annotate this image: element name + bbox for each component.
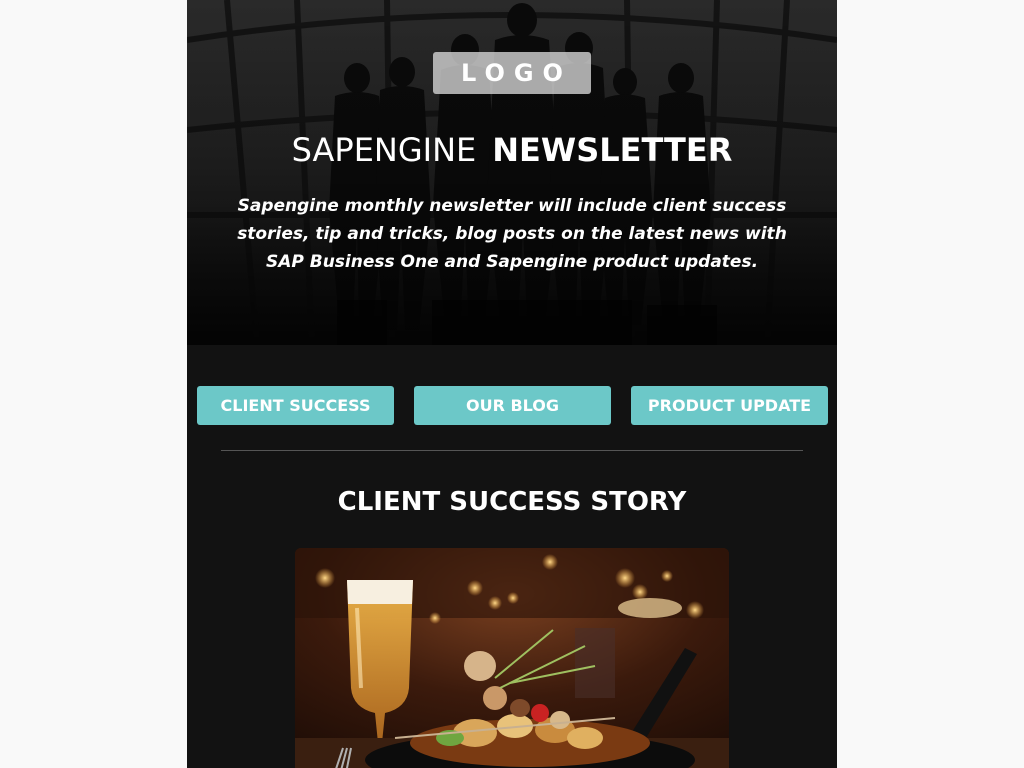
newsletter-title: SAPENGINE NEWSLETTER — [187, 128, 837, 172]
newsletter-email: LOGO SAPENGINE NEWSLETTER Sapengine month… — [187, 0, 837, 768]
title-brand: SAPENGINE — [291, 131, 477, 169]
section-nav: CLIENT SUCCESS OUR BLOG PRODUCT UPDATE — [197, 386, 828, 425]
client-success-button[interactable]: CLIENT SUCCESS — [197, 386, 394, 425]
newsletter-intro: Sapengine monthly newsletter will includ… — [237, 196, 787, 272]
product-update-button[interactable]: PRODUCT UPDATE — [631, 386, 828, 425]
title-newsletter: NEWSLETTER — [492, 131, 733, 169]
hero-banner: LOGO SAPENGINE NEWSLETTER Sapengine month… — [187, 0, 837, 345]
restaurant-dinner-photo-image[interactable] — [295, 548, 729, 768]
logo-text: LOGO — [461, 59, 572, 87]
divider — [221, 450, 803, 451]
section-title: CLIENT SUCCESS STORY — [337, 487, 687, 517]
logo[interactable]: LOGO — [433, 52, 591, 94]
our-blog-button[interactable]: OUR BLOG — [414, 386, 611, 425]
